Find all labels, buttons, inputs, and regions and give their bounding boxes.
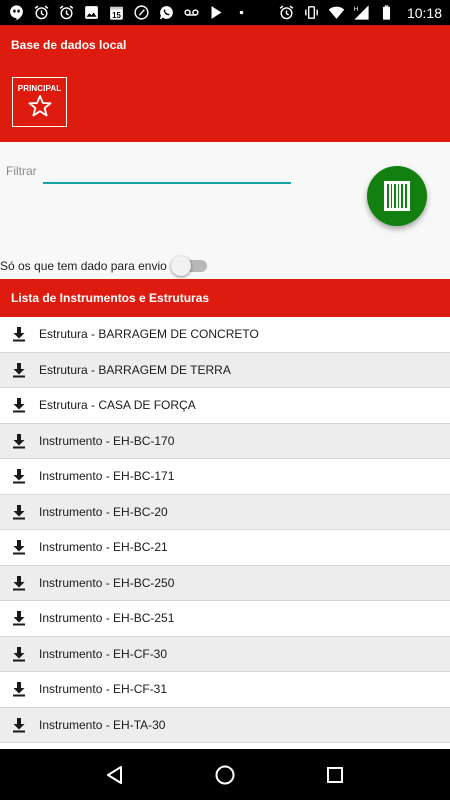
- download-icon: [11, 397, 27, 413]
- download-icon: [11, 468, 27, 484]
- alarm-icon: [58, 4, 75, 21]
- download-icon: [11, 646, 27, 662]
- back-icon[interactable]: [95, 755, 135, 795]
- toggle-thumb: [170, 256, 191, 276]
- alarm-icon: [33, 4, 50, 21]
- calendar-day: 15: [112, 11, 121, 20]
- principal-label: PRINCIPAL: [17, 84, 62, 93]
- barcode-scan-button[interactable]: [367, 166, 427, 226]
- filter-input[interactable]: [43, 164, 291, 184]
- gallery-icon: [83, 4, 100, 21]
- list-item-label: Instrumento - EH-BC-170: [39, 433, 175, 448]
- list-item[interactable]: Instrumento - EH-BC-251: [0, 601, 450, 637]
- calendar-icon: 15: [108, 4, 125, 21]
- battery-icon: [378, 4, 395, 21]
- page-title: Base de dados local: [11, 38, 127, 52]
- play-store-icon: [208, 4, 225, 21]
- navigation-bar: [0, 749, 450, 800]
- voicemail-icon: [183, 4, 200, 21]
- star-icon: [28, 95, 51, 117]
- signal-icon: H: [353, 4, 370, 21]
- list-header: Lista de Instrumentos e Estruturas: [0, 279, 450, 317]
- more-dots-icon: [233, 4, 250, 21]
- list-item-label: Instrumento - EH-BC-171: [39, 469, 175, 484]
- list-item-label: Estrutura - CASA DE FORÇA: [39, 398, 196, 413]
- list-item-label: Estrutura - BARRAGEM DE TERRA: [39, 362, 231, 377]
- list-item[interactable]: Instrumento - EH-BC-21: [0, 530, 450, 566]
- list-item[interactable]: Instrumento - EH-CF-30: [0, 636, 450, 672]
- list-item[interactable]: Estrutura - BARRAGEM DE TERRA: [0, 352, 450, 388]
- barcode-icon: [384, 181, 410, 211]
- status-clock: 10:18: [406, 4, 442, 21]
- toggle-row: Só os que tem dado para envio: [0, 256, 207, 276]
- list-item[interactable]: Estrutura - BARRAGEM DE CONCRETO: [0, 317, 450, 353]
- principal-button[interactable]: PRINCIPAL: [12, 77, 67, 127]
- list-item[interactable]: Instrumento - EH-CF-31: [0, 672, 450, 708]
- download-icon: [11, 610, 27, 626]
- list-item[interactable]: Instrumento - EH-BC-20: [0, 494, 450, 530]
- network-type-label: H: [354, 6, 359, 13]
- list-item[interactable]: Instrumento - EH-TA-30: [0, 707, 450, 743]
- list-item-label: Instrumento - EH-BC-20: [39, 504, 168, 519]
- download-icon: [11, 326, 27, 342]
- download-icon: [11, 433, 27, 449]
- download-icon: [11, 539, 27, 555]
- list-item-label: Instrumento - EH-BC-250: [39, 575, 175, 590]
- list-item-label: Instrumento - EH-CF-30: [39, 646, 168, 661]
- list-item[interactable]: Instrumento - EH-BC-171: [0, 459, 450, 495]
- download-icon: [11, 362, 27, 378]
- list-item-label: Instrumento - EH-TA-30: [39, 717, 166, 732]
- instrument-list: Estrutura - BARRAGEM DE CONCRETO Estrutur…: [0, 317, 450, 747]
- wifi-icon: [328, 4, 345, 21]
- app-header: Base de dados local PRINCIPAL: [0, 25, 450, 142]
- list-item[interactable]: Instrumento - EH-BC-170: [0, 423, 450, 459]
- send-data-toggle[interactable]: [170, 256, 207, 276]
- whatsapp-icon: [158, 4, 175, 21]
- toggle-label: Só os que tem dado para envio: [0, 259, 167, 273]
- home-icon[interactable]: [205, 755, 245, 795]
- hangouts-icon: [8, 4, 25, 21]
- list-item[interactable]: Instrumento - EH-BC-250: [0, 565, 450, 601]
- list-item-label: Instrumento - EH-CF-31: [39, 682, 168, 697]
- vibrate-icon: [303, 4, 320, 21]
- list-item-label: Estrutura - BARRAGEM DE CONCRETO: [39, 327, 259, 342]
- download-icon: [11, 575, 27, 591]
- download-icon: [11, 681, 27, 697]
- filter-area: Filtrar Só os que tem dado para envio: [0, 142, 450, 279]
- recents-icon[interactable]: [315, 755, 355, 795]
- list-item-label: Instrumento - EH-BC-251: [39, 611, 175, 626]
- list-item[interactable]: Estrutura - CASA DE FORÇA: [0, 388, 450, 424]
- alarm-icon: [278, 4, 295, 21]
- filter-label: Filtrar: [6, 164, 37, 178]
- music-icon: [133, 4, 150, 21]
- list-item-label: Instrumento - EH-BC-21: [39, 540, 168, 555]
- download-icon: [11, 504, 27, 520]
- download-icon: [11, 717, 27, 733]
- status-bar: 15 H 10:18: [0, 0, 450, 25]
